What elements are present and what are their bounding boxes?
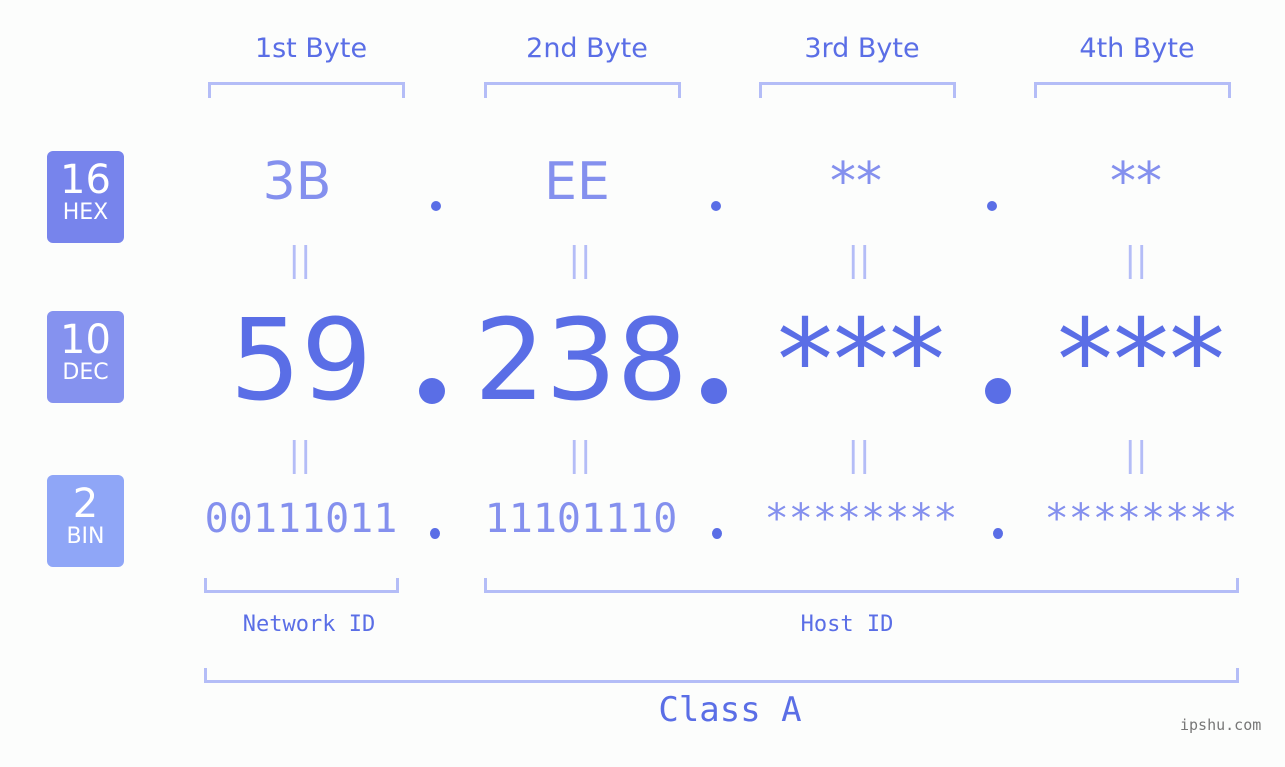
byte-header-1: 1st Byte xyxy=(254,33,368,64)
bin-byte-3: ******** xyxy=(764,496,958,542)
hex-byte-3: ** xyxy=(830,152,882,212)
class-bracket xyxy=(204,668,1239,683)
network-id-label: Network ID xyxy=(242,612,376,637)
bin-dot-2 xyxy=(712,528,722,539)
bin-byte-2: 11101110 xyxy=(484,496,678,542)
dec-byte-2: 238 xyxy=(474,296,688,426)
byte-bracket-1 xyxy=(208,82,405,98)
hex-byte-2: EE xyxy=(544,152,610,212)
dec-byte-1: 59 xyxy=(229,296,373,426)
hex-base-label: HEX xyxy=(62,200,109,225)
dec-badge: 10 DEC xyxy=(47,311,124,403)
dec-byte-4: *** xyxy=(1057,296,1225,426)
hex-dot-1 xyxy=(431,201,441,211)
equals-icon: || xyxy=(288,435,312,475)
byte-bracket-3 xyxy=(759,82,956,98)
equals-icon: || xyxy=(568,435,592,475)
bin-base-number: 2 xyxy=(72,481,99,527)
watermark: ipshu.com xyxy=(1180,716,1262,734)
byte-header-2: 2nd Byte xyxy=(526,33,648,64)
bin-byte-1: 00111011 xyxy=(204,496,398,542)
bin-badge: 2 BIN xyxy=(47,475,124,567)
equals-icon: || xyxy=(847,435,871,475)
dec-base-label: DEC xyxy=(62,360,109,385)
network-id-bracket xyxy=(204,578,399,593)
byte-bracket-2 xyxy=(484,82,681,98)
equals-icon: || xyxy=(568,240,592,280)
byte-header-3: 3rd Byte xyxy=(804,33,920,64)
bin-byte-4: ******** xyxy=(1044,496,1238,542)
byte-header-4: 4th Byte xyxy=(1079,33,1195,64)
byte-bracket-4 xyxy=(1034,82,1231,98)
hex-base-number: 16 xyxy=(60,157,111,203)
bin-dot-3 xyxy=(993,528,1003,539)
host-id-label: Host ID xyxy=(800,612,894,637)
equals-icon: || xyxy=(1124,240,1148,280)
dec-dot-2 xyxy=(701,378,727,404)
bin-dot-1 xyxy=(430,528,440,539)
dec-byte-3: *** xyxy=(777,296,945,426)
hex-dot-2 xyxy=(711,201,721,211)
dec-base-number: 10 xyxy=(60,317,111,363)
dec-dot-3 xyxy=(985,378,1011,404)
hex-dot-3 xyxy=(987,201,997,211)
equals-icon: || xyxy=(288,240,312,280)
hex-byte-1: 3B xyxy=(262,152,332,212)
bin-base-label: BIN xyxy=(66,524,105,549)
equals-icon: || xyxy=(847,240,871,280)
dec-dot-1 xyxy=(419,378,445,404)
hex-badge: 16 HEX xyxy=(47,151,124,243)
equals-icon: || xyxy=(1124,435,1148,475)
host-id-bracket xyxy=(484,578,1239,593)
hex-byte-4: ** xyxy=(1110,152,1162,212)
class-label: Class A xyxy=(658,690,802,730)
